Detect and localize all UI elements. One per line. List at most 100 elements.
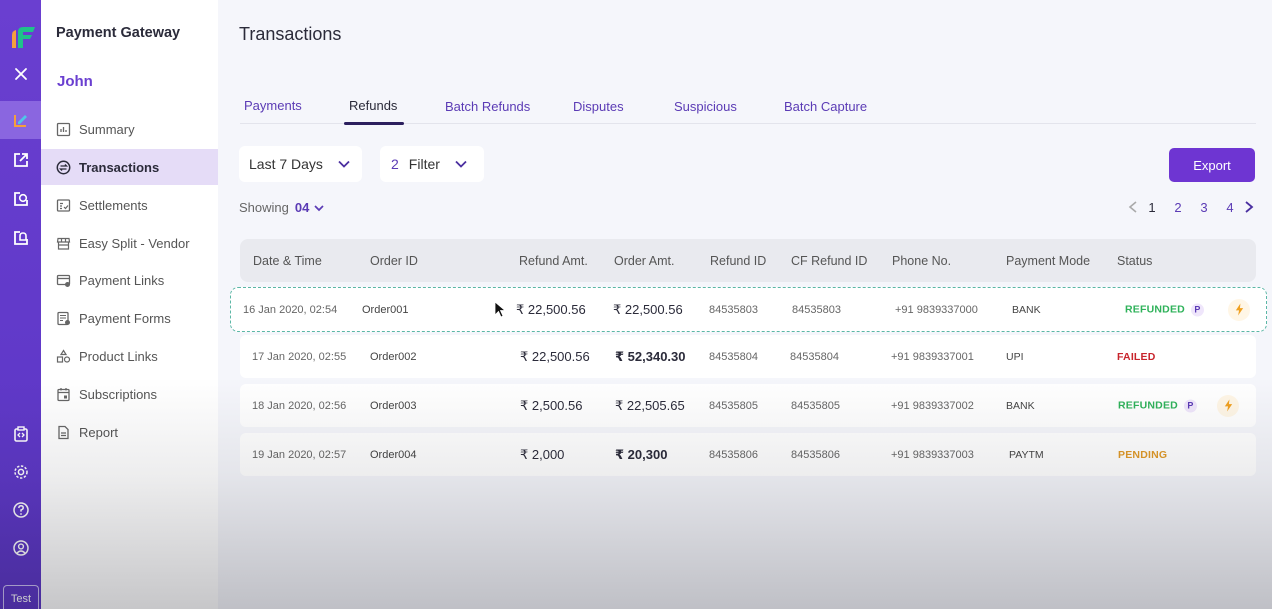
col-phone[interactable]: Phone No. — [892, 254, 951, 268]
profile-icon[interactable] — [0, 529, 41, 567]
p-badge: P — [1190, 303, 1204, 316]
external-link-icon[interactable] — [0, 141, 41, 179]
cell-phone: +91 9839337002 — [891, 399, 974, 412]
tab-batch-refunds[interactable]: Batch Refunds — [445, 99, 530, 126]
col-order-id[interactable]: Order ID — [370, 254, 418, 268]
filter-count: 2 — [391, 156, 399, 172]
col-cf-refund-id[interactable]: CF Refund ID — [791, 254, 867, 268]
cell-refund-amt: ₹ 2,000 — [520, 446, 565, 462]
icon-rail: Test — [0, 0, 41, 609]
sidebar-item-transactions[interactable]: Transactions — [41, 149, 218, 185]
card-link-icon — [56, 273, 71, 288]
cell-date: 19 Jan 2020, 02:57 — [252, 448, 347, 461]
user-name[interactable]: John — [57, 73, 93, 90]
col-payment-mode[interactable]: Payment Mode — [1006, 254, 1090, 268]
sidebar-item-label: Easy Split - Vendor — [79, 235, 190, 251]
export-button[interactable]: Export — [1169, 148, 1255, 182]
app-title: Payment Gateway — [56, 25, 181, 41]
sidebar-item-label: Payment Links — [79, 272, 165, 288]
page-2[interactable]: 2 — [1165, 200, 1191, 215]
exchange-icon — [56, 160, 71, 175]
sidebar-item-label: Payment Forms — [79, 310, 171, 326]
sidebar-item-summary[interactable]: Summary — [41, 111, 218, 147]
sidebar-item-label: Product Links — [79, 348, 158, 364]
cell-order-id: Order004 — [370, 448, 417, 461]
next-page-icon[interactable] — [1243, 200, 1255, 214]
sidebar-item-settlements[interactable]: Settlements — [41, 187, 218, 223]
sidebar-item-label: Summary — [79, 121, 135, 137]
cell-order-amt: ₹ 20,300 — [615, 446, 668, 462]
cell-order-id: Order003 — [370, 399, 417, 412]
status-badge: FAILED — [1117, 350, 1156, 363]
filter-dropdown[interactable]: 2 Filter — [380, 146, 484, 182]
tab-suspicious[interactable]: Suspicious — [674, 99, 737, 126]
table-row[interactable]: 18 Jan 2020, 02:56 Order003 ₹ 2,500.56 ₹… — [240, 384, 1256, 427]
cell-payment-mode: BANK — [1012, 303, 1041, 316]
table-row[interactable]: 17 Jan 2020, 02:55 Order002 ₹ 22,500.56 … — [240, 335, 1256, 378]
status-badge: REFUNDED — [1118, 399, 1178, 411]
sidebar-item-product-links[interactable]: Product Links — [41, 338, 218, 374]
logo-icon — [12, 27, 35, 48]
sidebar: Payment Gateway John Summary Transaction… — [41, 0, 218, 609]
file-icon — [56, 425, 71, 440]
help-icon[interactable] — [0, 491, 41, 529]
col-refund-amt[interactable]: Refund Amt. — [519, 254, 588, 268]
instant-refund-icon[interactable] — [1228, 298, 1250, 321]
code-icon[interactable] — [0, 415, 41, 453]
cell-status: REFUNDED P — [1125, 303, 1204, 316]
close-icon[interactable] — [0, 55, 41, 93]
cell-order-id: Order001 — [362, 303, 409, 316]
document-icon[interactable] — [0, 219, 41, 257]
page-4[interactable]: 4 — [1217, 200, 1243, 215]
cell-refund-amt: ₹ 2,500.56 — [520, 397, 583, 413]
chevron-down-icon — [314, 204, 324, 211]
cell-phone: +91 9839337000 — [895, 303, 978, 316]
col-date-time[interactable]: Date & Time — [253, 254, 322, 268]
sidebar-item-easy-split-vendor[interactable]: Easy Split - Vendor — [41, 225, 218, 261]
chevron-down-icon — [338, 160, 350, 168]
filter-label: Filter — [408, 156, 440, 172]
tab-batch-capture[interactable]: Batch Capture — [784, 99, 867, 126]
tab-disputes[interactable]: Disputes — [573, 99, 624, 126]
environment-badge[interactable]: Test — [3, 585, 39, 609]
sidebar-item-subscriptions[interactable]: Subscriptions — [41, 376, 218, 412]
tab-bar: Payments Refunds Batch Refunds Disputes … — [240, 90, 1256, 126]
store-icon — [56, 236, 71, 251]
page-3[interactable]: 3 — [1191, 200, 1217, 215]
cell-cf-refund-id: 84535803 — [792, 303, 841, 316]
col-status[interactable]: Status — [1117, 254, 1152, 268]
refresh-doc-icon[interactable] — [0, 180, 41, 218]
checklist-icon — [56, 198, 71, 213]
date-range-dropdown[interactable]: Last 7 Days — [239, 146, 362, 182]
transactions-edit-icon[interactable] — [0, 101, 41, 139]
tab-refunds[interactable]: Refunds — [343, 98, 405, 125]
sidebar-item-label: Transactions — [79, 159, 160, 175]
sidebar-item-payment-forms[interactable]: Payment Forms — [41, 300, 218, 336]
tab-payments[interactable]: Payments — [244, 98, 302, 125]
sidebar-item-payment-links[interactable]: Payment Links — [41, 262, 218, 298]
cell-refund-amt: ₹ 22,500.56 — [516, 301, 586, 317]
cell-refund-amt: ₹ 22,500.56 — [520, 348, 590, 364]
settings-icon[interactable] — [0, 453, 41, 491]
table-row[interactable]: 16 Jan 2020, 02:54 Order001 ₹ 22,500.56 … — [230, 287, 1267, 332]
cell-refund-id: 84535803 — [709, 303, 758, 316]
showing-label: Showing — [239, 200, 289, 215]
cell-order-amt: ₹ 52,340.30 — [615, 348, 686, 364]
col-order-amt[interactable]: Order Amt. — [614, 254, 674, 268]
col-refund-id[interactable]: Refund ID — [710, 254, 766, 268]
table-header: Date & Time Order ID Refund Amt. Order A… — [240, 239, 1256, 282]
instant-refund-icon[interactable] — [1217, 394, 1239, 417]
shapes-icon — [56, 348, 71, 364]
sidebar-item-label: Settlements — [79, 197, 148, 213]
page-1[interactable]: 1 — [1139, 200, 1165, 215]
cell-refund-id: 84535806 — [709, 448, 758, 461]
sidebar-item-report[interactable]: Report — [41, 414, 218, 450]
prev-page-icon[interactable] — [1127, 200, 1139, 214]
rows-per-page[interactable]: Showing 04 — [239, 200, 325, 215]
cell-order-amt: ₹ 22,505.65 — [615, 397, 685, 413]
cell-phone: +91 9839337001 — [891, 350, 974, 363]
table-row[interactable]: 19 Jan 2020, 02:57 Order004 ₹ 2,000 ₹ 20… — [240, 433, 1256, 476]
cell-date: 16 Jan 2020, 02:54 — [243, 303, 338, 316]
date-range-value: Last 7 Days — [249, 156, 323, 172]
p-badge: P — [1183, 399, 1197, 412]
